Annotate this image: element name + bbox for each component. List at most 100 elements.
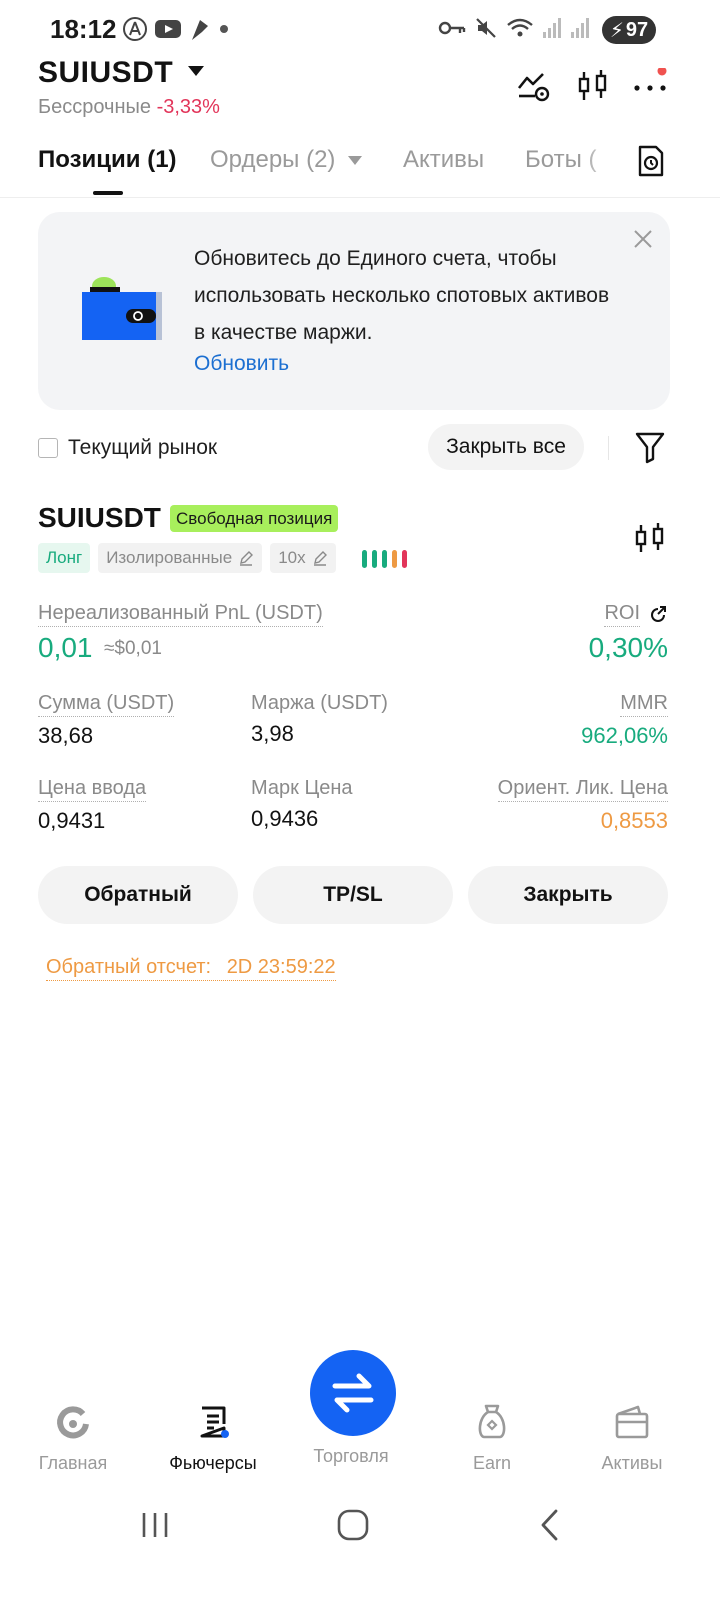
current-market-label[interactable]: Текущий рынок bbox=[68, 436, 217, 460]
battery-bolt-icon: ⚡ bbox=[609, 19, 624, 42]
risk-bar bbox=[382, 550, 387, 568]
banner-text: Обновитесь до Единого счета, чтобы испол… bbox=[194, 247, 610, 344]
upgrade-link[interactable]: Обновить bbox=[194, 352, 289, 376]
entry-price-label[interactable]: Цена ввода bbox=[38, 777, 147, 802]
current-market-checkbox[interactable] bbox=[38, 438, 58, 458]
reverse-button[interactable]: Обратный bbox=[38, 866, 238, 924]
status-time: 18:12 bbox=[50, 14, 117, 44]
chart-overlay-icon[interactable] bbox=[516, 68, 552, 104]
active-tab-indicator bbox=[93, 191, 123, 195]
unrealized-pnl-label[interactable]: Нереализованный PnL (USDT) bbox=[38, 602, 323, 627]
unrealized-pnl-value: 0,01 bbox=[38, 632, 93, 663]
symbol-dropdown-icon[interactable] bbox=[188, 66, 204, 76]
position-tabs: Позиции (1) Ордеры (2) Активы Боты ( bbox=[0, 136, 720, 198]
share-icon[interactable] bbox=[648, 605, 668, 625]
free-position-badge: Свободная позиция bbox=[170, 505, 339, 532]
side-tag: Лонг bbox=[38, 543, 91, 573]
entry-price-value: 0,9431 bbox=[38, 808, 106, 833]
unified-account-banner: Обновитесь до Единого счета, чтобы испол… bbox=[38, 212, 670, 410]
nav-futures-label: Фьючерсы bbox=[169, 1453, 257, 1473]
risk-bar bbox=[402, 550, 407, 568]
bottom-navigation: Главная Фьючерсы Торговля Earn Активы bbox=[0, 1350, 720, 1480]
liquidation-price-value: 0,8553 bbox=[600, 808, 668, 833]
position-tags: Лонг Изолированные 10x bbox=[38, 543, 336, 573]
margin-label: Маржа (USDT) bbox=[251, 692, 388, 714]
divider bbox=[608, 436, 609, 460]
signal-icon-2 bbox=[571, 18, 589, 38]
candlestick-chart-icon[interactable] bbox=[575, 68, 611, 104]
tab-scroll-fade bbox=[580, 136, 630, 194]
signal-icon bbox=[543, 18, 561, 38]
key-icon bbox=[438, 21, 466, 35]
close-position-button[interactable]: Закрыть bbox=[468, 866, 668, 924]
leverage-label: 10x bbox=[278, 548, 306, 567]
home-button-icon[interactable] bbox=[336, 1508, 370, 1542]
filter-icon[interactable] bbox=[634, 430, 666, 464]
battery-indicator: ⚡ 97 bbox=[602, 16, 656, 44]
size-value: 38,68 bbox=[38, 723, 94, 748]
filter-row: Текущий рынок Закрыть все bbox=[0, 424, 720, 472]
more-menu-icon[interactable] bbox=[632, 68, 668, 104]
tab-orders-dropdown-icon bbox=[348, 156, 363, 166]
dot-indicator-icon bbox=[220, 25, 228, 33]
roi-label[interactable]: ROI bbox=[604, 602, 640, 627]
wallet-illustration-icon bbox=[82, 277, 162, 340]
leverage-tag[interactable]: 10x bbox=[270, 543, 336, 573]
tab-positions[interactable]: Позиции (1) bbox=[38, 146, 177, 174]
mark-price-value: 0,9436 bbox=[251, 806, 319, 831]
edit-icon bbox=[240, 551, 254, 566]
trade-button[interactable] bbox=[310, 1350, 396, 1436]
risk-level-indicator bbox=[362, 550, 407, 568]
earn-icon bbox=[478, 1404, 506, 1439]
mark-price-label: Марк Цена bbox=[251, 777, 353, 799]
roi-value: 0,30% bbox=[588, 632, 668, 663]
wallet-icon bbox=[615, 1405, 649, 1439]
countdown-value: 2D 23:59:22 bbox=[226, 956, 336, 978]
price-change: -3,33% bbox=[156, 96, 220, 118]
close-icon[interactable] bbox=[632, 228, 654, 250]
nav-assets-label: Активы bbox=[601, 1453, 663, 1473]
position-chart-icon[interactable] bbox=[632, 520, 668, 556]
liquidation-price-label[interactable]: Ориент. Лик. Цена bbox=[497, 777, 668, 802]
risk-bar bbox=[362, 550, 367, 568]
nav-trade-label[interactable]: Торговля bbox=[291, 1446, 411, 1467]
app-leaf-icon bbox=[192, 20, 208, 40]
tpsl-button[interactable]: TP/SL bbox=[253, 866, 453, 924]
risk-bar bbox=[392, 550, 397, 568]
nav-futures[interactable]: Фьючерсы bbox=[153, 1402, 273, 1474]
size-label[interactable]: Сумма (USDT) bbox=[38, 692, 175, 717]
mmr-value: 962,06% bbox=[581, 723, 668, 748]
nav-assets[interactable]: Активы bbox=[572, 1402, 692, 1474]
position-symbol[interactable]: SUIUSDT bbox=[38, 502, 161, 534]
margin-mode-label: Изолированные bbox=[106, 548, 233, 567]
countdown[interactable]: Обратный отсчет: 2D 23:59:22 bbox=[46, 956, 336, 981]
nav-home[interactable]: Главная bbox=[13, 1402, 133, 1474]
status-system-icons bbox=[438, 16, 590, 40]
nav-home-label: Главная bbox=[38, 1453, 108, 1473]
nav-earn-label: Earn bbox=[472, 1453, 512, 1473]
symbol-selector[interactable]: SUIUSDT bbox=[38, 56, 173, 90]
futures-icon bbox=[200, 1406, 229, 1438]
trade-swap-icon bbox=[332, 1373, 374, 1413]
history-icon[interactable] bbox=[636, 144, 666, 178]
back-icon[interactable] bbox=[538, 1508, 562, 1542]
close-all-button[interactable]: Закрыть все bbox=[428, 424, 584, 470]
market-type: Бессрочные bbox=[38, 96, 152, 118]
system-navigation-bar bbox=[0, 1490, 720, 1560]
youtube-icon bbox=[155, 20, 181, 38]
unrealized-pnl-usd: ≈$0,01 bbox=[104, 638, 162, 659]
tab-assets[interactable]: Активы bbox=[403, 146, 484, 174]
status-notification-icons bbox=[122, 16, 230, 42]
tab-orders-label: Ордеры (2) bbox=[210, 146, 336, 173]
market-info: Бессрочные -3,33% bbox=[38, 96, 220, 119]
nav-earn[interactable]: Earn bbox=[432, 1402, 552, 1474]
countdown-label: Обратный отсчет: bbox=[46, 956, 212, 978]
mmr-label[interactable]: MMR bbox=[620, 692, 668, 717]
risk-bar bbox=[372, 550, 377, 568]
mute-icon bbox=[476, 18, 496, 38]
recent-apps-icon[interactable] bbox=[140, 1510, 170, 1540]
roi-header: ROI bbox=[604, 602, 668, 627]
tab-orders[interactable]: Ордеры (2) bbox=[210, 146, 363, 174]
margin-mode-tag[interactable]: Изолированные bbox=[98, 543, 263, 573]
edit-icon bbox=[313, 551, 327, 566]
